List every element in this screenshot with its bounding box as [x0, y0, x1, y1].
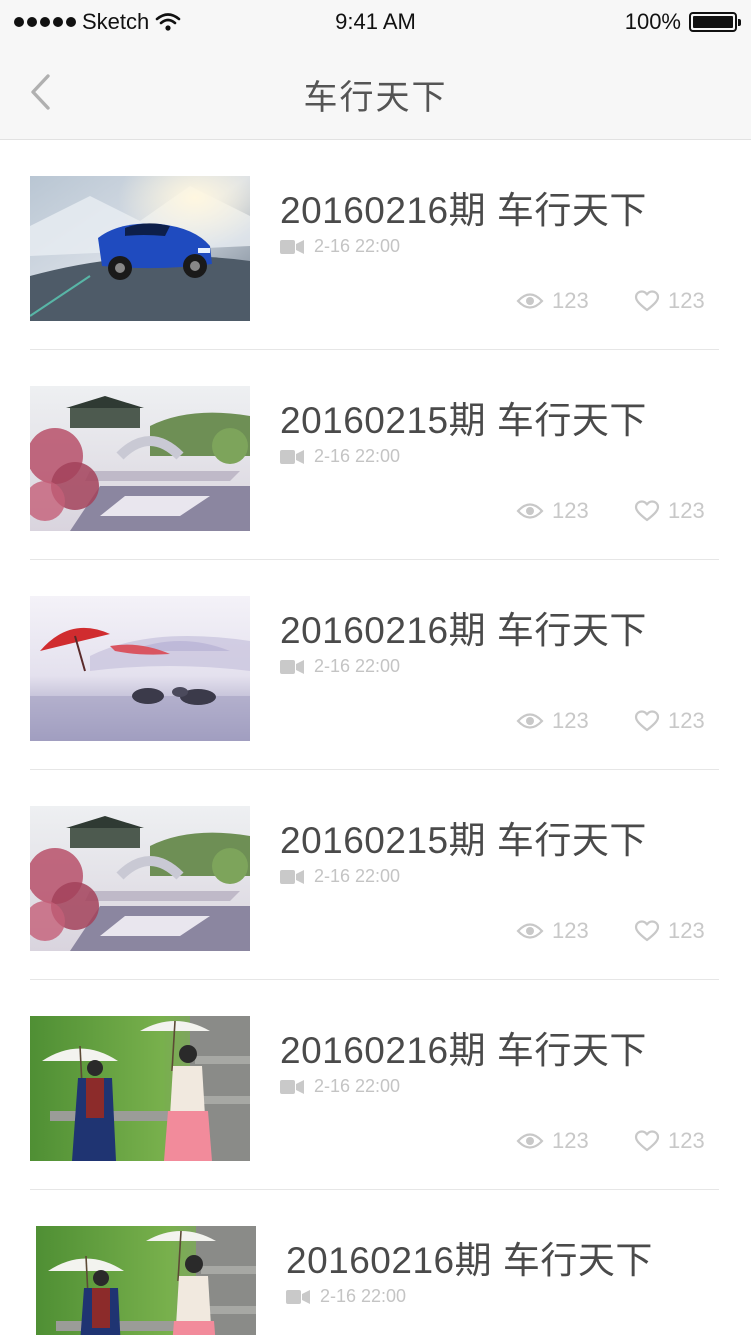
episode-date: 2-16 22:00: [320, 1286, 407, 1306]
episode-title: 20160216期 车行天下: [280, 190, 647, 231]
status-right: 100%: [624, 9, 741, 35]
episode-date: 2-16 22:00: [314, 656, 401, 676]
heart-icon: [634, 290, 660, 312]
episode-thumbnail[interactable]: [30, 176, 250, 321]
episode-meta: 2-16 22:00: [280, 446, 400, 467]
heart-icon: [634, 920, 660, 942]
battery-percent: 100%: [624, 9, 681, 34]
video-camera-icon: [286, 1289, 310, 1304]
episode-meta: 2-16 22:00: [286, 1286, 406, 1307]
view-count: 123: [516, 288, 589, 314]
heart-icon: [634, 500, 660, 522]
page-title: 车行天下: [303, 79, 448, 117]
like-button[interactable]: 123: [634, 918, 705, 944]
list-item[interactable]: 20160216期 车行天下 2-16 22:00 123 123: [30, 560, 719, 770]
episode-meta: 2-16 22:00: [280, 656, 400, 677]
eye-icon: [516, 293, 544, 309]
view-count-value: 123: [552, 1128, 589, 1153]
like-count-value: 123: [668, 288, 705, 313]
episode-thumbnail[interactable]: [30, 596, 250, 741]
episode-thumbnail[interactable]: [30, 1016, 250, 1161]
view-count-value: 123: [552, 288, 589, 313]
list-item[interactable]: 20160216期 车行天下 2-16 22:00 123 123: [30, 980, 719, 1190]
like-button[interactable]: 123: [634, 1128, 705, 1154]
carrier-name: Sketch: [82, 9, 150, 34]
battery-icon: [689, 12, 741, 32]
signal-strength-icon: [14, 17, 76, 27]
view-count: 123: [516, 498, 589, 524]
episode-meta: 2-16 22:00: [280, 866, 400, 887]
heart-icon: [634, 1130, 660, 1152]
video-camera-icon: [280, 449, 304, 464]
video-camera-icon: [280, 869, 304, 884]
like-count-value: 123: [668, 498, 705, 523]
video-camera-icon: [280, 239, 304, 254]
status-left: Sketch: [14, 9, 181, 35]
like-button[interactable]: 123: [634, 288, 705, 314]
list-item[interactable]: 20160216期 车行天下 2-16 22:00 123 123: [30, 140, 719, 350]
eye-icon: [516, 1133, 544, 1149]
view-count-value: 123: [552, 498, 589, 523]
eye-icon: [516, 503, 544, 519]
episode-thumbnail[interactable]: [30, 386, 250, 531]
episode-title: 20160216期 车行天下: [280, 1030, 647, 1071]
episode-meta: 2-16 22:00: [280, 1076, 400, 1097]
like-button[interactable]: 123: [634, 708, 705, 734]
episode-title: 20160215期 车行天下: [280, 820, 647, 861]
navigation-bar: 车行天下: [0, 44, 751, 140]
video-camera-icon: [280, 659, 304, 674]
like-count-value: 123: [668, 708, 705, 733]
view-count: 123: [516, 1128, 589, 1154]
view-count: 123: [516, 708, 589, 734]
episode-title: 20160215期 车行天下: [280, 400, 647, 441]
list-item[interactable]: 20160215期 车行天下 2-16 22:00 123 123: [30, 350, 719, 560]
view-count-value: 123: [552, 708, 589, 733]
eye-icon: [516, 713, 544, 729]
like-count-value: 123: [668, 1128, 705, 1153]
view-count-value: 123: [552, 918, 589, 943]
episode-meta: 2-16 22:00: [280, 236, 400, 257]
like-count-value: 123: [668, 918, 705, 943]
view-count: 123: [516, 918, 589, 944]
episode-title: 20160216期 车行天下: [280, 610, 647, 651]
episode-date: 2-16 22:00: [314, 446, 401, 466]
episode-date: 2-16 22:00: [314, 866, 401, 886]
episode-date: 2-16 22:00: [314, 1076, 401, 1096]
episode-thumbnail[interactable]: [30, 806, 250, 951]
list-item[interactable]: 20160216期 车行天下 2-16 22:00 123 123: [36, 1190, 725, 1335]
list-item[interactable]: 20160215期 车行天下 2-16 22:00 123 123: [30, 770, 719, 980]
video-camera-icon: [280, 1079, 304, 1094]
episode-date: 2-16 22:00: [314, 236, 401, 256]
status-bar: Sketch 9:41 AM 100%: [0, 0, 751, 44]
heart-icon: [634, 710, 660, 732]
episode-thumbnail[interactable]: [36, 1226, 256, 1335]
episode-title: 20160216期 车行天下: [286, 1240, 653, 1281]
eye-icon: [516, 923, 544, 939]
wifi-icon: [155, 13, 181, 31]
like-button[interactable]: 123: [634, 498, 705, 524]
